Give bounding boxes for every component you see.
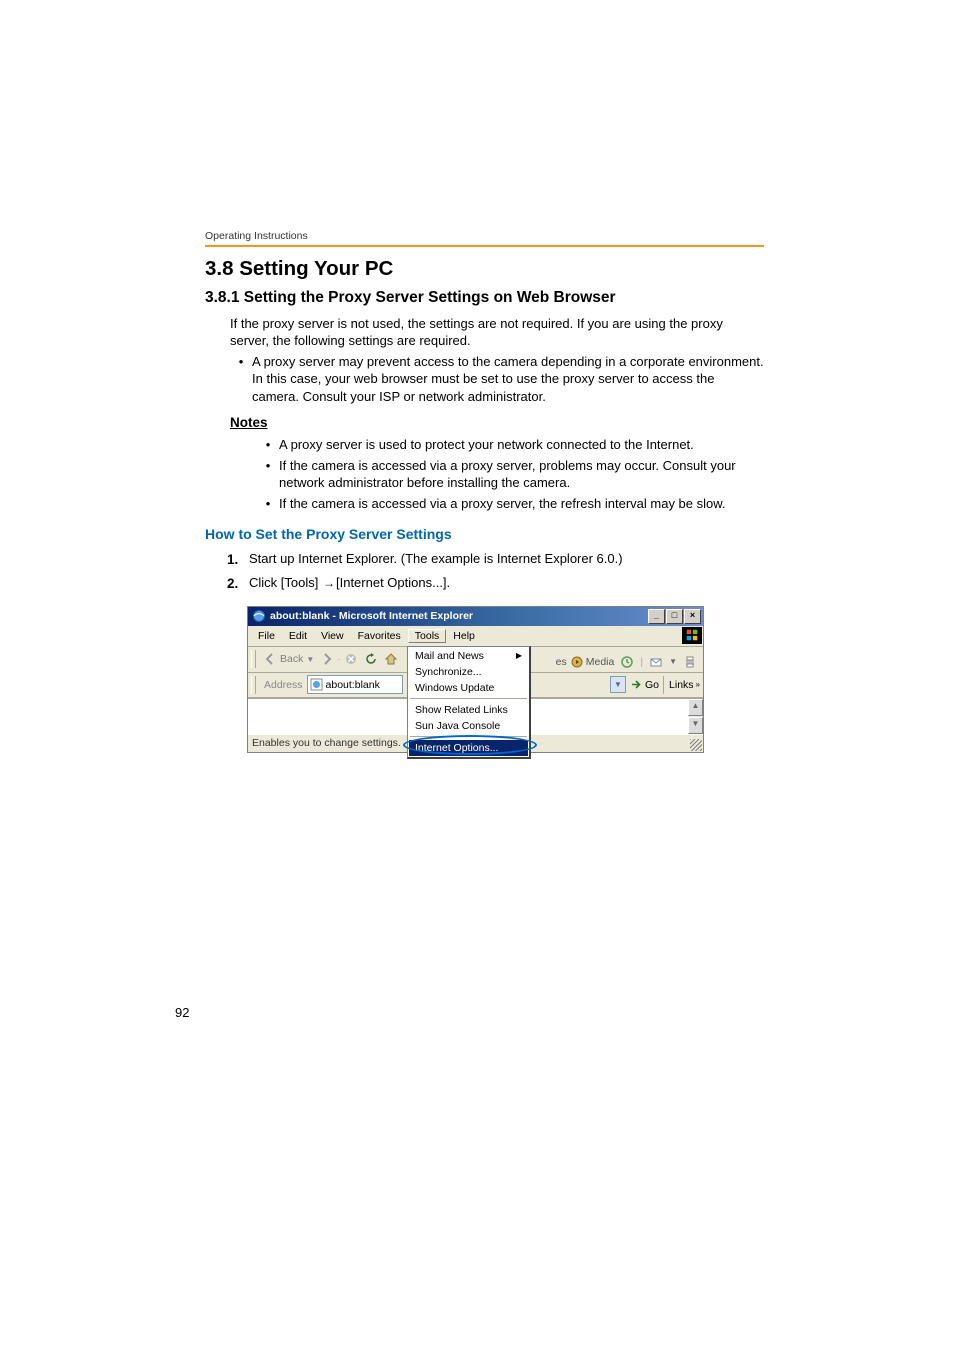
resize-grip-icon[interactable]	[690, 739, 702, 751]
step-text: Click [Tools] →[Internet Options...].	[249, 574, 764, 594]
menu-separator	[410, 698, 527, 700]
menu-mail-and-news[interactable]: Mail and News ▶	[409, 648, 528, 664]
menu-sun-java-console[interactable]: Sun Java Console	[409, 718, 528, 734]
address-dropdown-button[interactable]: ▼	[610, 676, 626, 693]
ie-window: about:blank - Microsoft Internet Explore…	[247, 606, 704, 753]
chevron-right-icon: ▶	[516, 651, 522, 660]
scroll-down-button[interactable]: ▼	[688, 717, 703, 734]
menu-favorites[interactable]: Favorites	[351, 629, 408, 643]
howto-heading: How to Set the Proxy Server Settings	[205, 526, 764, 542]
bullet-marker: •	[257, 457, 279, 491]
ie-app-icon	[252, 609, 266, 623]
menu-synchronize[interactable]: Synchronize...	[409, 664, 528, 680]
mail-button[interactable]	[646, 652, 666, 672]
links-label: Links	[669, 679, 694, 691]
media-button[interactable]: Media	[570, 655, 615, 669]
menu-item-label: Sun Java Console	[415, 720, 500, 732]
go-label: Go	[645, 679, 659, 691]
step-number: 1.	[227, 550, 249, 570]
running-header: Operating Instructions	[205, 230, 764, 242]
bullet-text: A proxy server may prevent access to the…	[252, 353, 764, 404]
menu-item-label: Windows Update	[415, 682, 494, 694]
menubar: File Edit View Favorites Tools Help	[248, 626, 703, 647]
searches-fragment: es	[556, 656, 567, 668]
maximize-button[interactable]: □	[666, 609, 683, 624]
menu-edit[interactable]: Edit	[282, 629, 314, 643]
bullet-marker: •	[257, 495, 279, 512]
toolbar-grip[interactable]	[251, 676, 256, 694]
titlebar: about:blank - Microsoft Internet Explore…	[248, 607, 703, 626]
step-item: 2. Click [Tools] →[Internet Options...].	[227, 574, 764, 594]
status-text: Enables you to change settings.	[252, 737, 401, 749]
header-rule	[205, 245, 764, 247]
links-toolbar[interactable]: Links »	[663, 676, 700, 694]
print-button[interactable]	[680, 652, 700, 672]
menu-tools[interactable]: Tools	[408, 629, 447, 643]
note-text: If the camera is accessed via a proxy se…	[279, 457, 764, 491]
toolbar-grip[interactable]	[251, 650, 256, 668]
step-number: 2.	[227, 574, 249, 594]
menu-item-label: Internet Options...	[415, 742, 498, 754]
scroll-up-button[interactable]: ▲	[688, 699, 703, 716]
intro-paragraph: If the proxy server is not used, the set…	[230, 315, 764, 349]
close-button[interactable]: ×	[684, 609, 701, 624]
section-heading: 3.8 Setting Your PC	[205, 257, 764, 281]
address-value: about:blank	[326, 679, 380, 691]
minimize-button[interactable]: _	[648, 609, 665, 624]
note-text: A proxy server is used to protect your n…	[279, 436, 764, 453]
subsection-heading: 3.8.1 Setting the Proxy Server Settings …	[205, 289, 764, 307]
chevron-down-icon: ▼	[669, 657, 677, 666]
stop-button[interactable]	[341, 649, 361, 669]
history-button[interactable]	[617, 652, 637, 672]
ie-page-icon	[310, 678, 323, 691]
menu-separator	[410, 736, 527, 738]
back-button[interactable]: Back ▼	[260, 651, 317, 667]
tools-dropdown-menu: Mail and News ▶ Synchronize... Windows U…	[407, 646, 531, 759]
home-button[interactable]	[381, 649, 401, 669]
windows-flag-icon	[682, 627, 702, 644]
menu-windows-update[interactable]: Windows Update	[409, 680, 528, 696]
step-item: 1. Start up Internet Explorer. (The exam…	[227, 550, 764, 570]
menu-item-label: Show Related Links	[415, 704, 508, 716]
address-right-fragment: ▼ Go Links »	[610, 676, 700, 694]
note-item: • A proxy server is used to protect your…	[257, 436, 764, 453]
menu-help[interactable]: Help	[446, 629, 482, 643]
menu-internet-options[interactable]: Internet Options...	[409, 740, 528, 756]
menu-item-label: Synchronize...	[415, 666, 482, 678]
chevron-right-icon: »	[696, 680, 700, 689]
menu-item-label: Mail and News	[415, 650, 484, 662]
menu-show-related-links[interactable]: Show Related Links	[409, 702, 528, 718]
arrow-right-icon: →	[322, 575, 336, 592]
note-item: • If the camera is accessed via a proxy …	[257, 495, 764, 512]
bullet-marker: •	[257, 436, 279, 453]
vertical-scrollbar[interactable]: ▲ ▼	[688, 699, 703, 734]
note-text: If the camera is accessed via a proxy se…	[279, 495, 764, 512]
page-number: 92	[175, 1005, 189, 1020]
window-title: about:blank - Microsoft Internet Explore…	[270, 610, 648, 622]
menu-view[interactable]: View	[314, 629, 351, 643]
forward-button[interactable]	[317, 649, 337, 669]
bullet-item: • A proxy server may prevent access to t…	[230, 353, 764, 404]
step-text: Start up Internet Explorer. (The example…	[249, 550, 764, 570]
go-button[interactable]: Go	[630, 678, 659, 691]
note-item: • If the camera is accessed via a proxy …	[257, 457, 764, 491]
address-combo[interactable]: about:blank	[307, 675, 403, 694]
menu-file[interactable]: File	[251, 629, 282, 643]
refresh-button[interactable]	[361, 649, 381, 669]
toolbar-right-fragment: es Media | ▼	[556, 652, 700, 672]
step-text-pre: Click [Tools]	[249, 575, 318, 590]
back-label: Back	[280, 653, 303, 665]
notes-heading: Notes	[230, 415, 764, 430]
chevron-down-icon: ▼	[306, 655, 314, 664]
bullet-marker: •	[230, 353, 252, 404]
media-label: Media	[586, 656, 615, 668]
address-label: Address	[264, 679, 303, 691]
step-text-post: [Internet Options...].	[336, 575, 450, 590]
